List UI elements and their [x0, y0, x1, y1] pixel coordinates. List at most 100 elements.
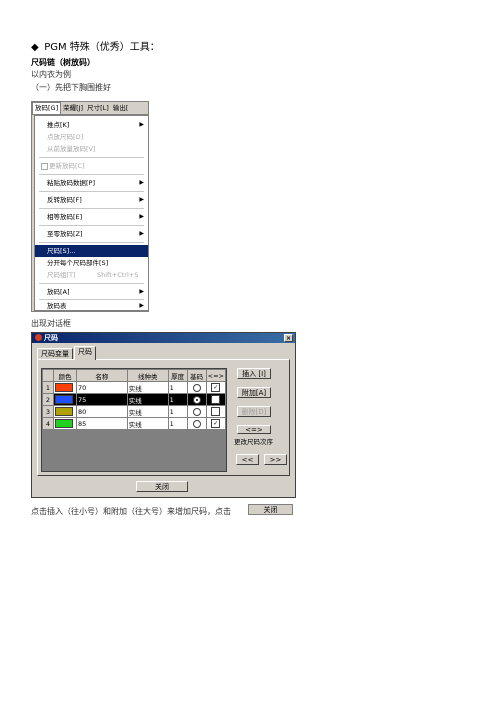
delete-button[interactable]: 删除[D]: [237, 406, 271, 417]
menu-item-label: 放码表: [47, 302, 67, 310]
menu-item-size-group[interactable]: 尺码组[T] Shift+Ctrl+S: [35, 269, 148, 281]
menu-item-grade-from-ease[interactable]: 从前放量放码[V]: [35, 143, 148, 155]
thickness[interactable]: 1: [167, 405, 188, 418]
color-swatch[interactable]: [54, 419, 73, 428]
menu-item-label: 推点[K]: [47, 121, 70, 129]
col-order: <=>: [205, 369, 227, 382]
menu-separator: [39, 242, 144, 243]
line-type[interactable]: 实线: [126, 381, 169, 394]
intro-line-2: （一）先把下胸围推好: [31, 83, 111, 92]
menu-separator: [39, 208, 144, 209]
order-checkbox[interactable]: ✓: [211, 395, 221, 404]
table-row[interactable]: 3 80 实线 1: [42, 405, 227, 418]
order-cell: ✓: [205, 417, 227, 430]
submenu-arrow-icon: ▶: [139, 288, 144, 295]
size-name[interactable]: 85: [75, 417, 128, 430]
color-swatch[interactable]: [54, 395, 73, 404]
line-type[interactable]: 实线: [126, 393, 169, 406]
change-order-label: 更改尺码次序: [234, 438, 273, 446]
dialog-titlebar: 尺码 ×: [32, 333, 295, 343]
col-color: 颜色: [52, 369, 77, 382]
section-heading: ◆ PGM 特殊（优秀）工具：: [31, 38, 160, 53]
menu-separator: [39, 174, 144, 175]
order-checkbox[interactable]: ✓: [211, 419, 221, 428]
menubar-item-grade[interactable]: 放码[G]: [32, 102, 62, 114]
table-row[interactable]: 2 75 实线 1 ✓: [42, 393, 227, 406]
close-icon[interactable]: ×: [284, 334, 293, 342]
table-row[interactable]: 1 70 实线 1 ✓: [42, 381, 227, 394]
color-cell[interactable]: [52, 393, 77, 406]
menu-item-equal-grade[interactable]: 相等放码[E] ▶: [35, 211, 148, 223]
menubar-item-3[interactable]: 尺寸[L]: [85, 102, 111, 114]
menu-item-update-grade[interactable]: 更新放码[C]: [35, 160, 148, 172]
order-arrow-button[interactable]: <=>: [237, 425, 271, 434]
submenu-arrow-icon: ▶: [139, 213, 144, 220]
bullet-icon: ◆: [31, 42, 39, 53]
thickness[interactable]: 1: [167, 417, 188, 430]
grid-header-row: 颜色 名称 线种类 厚度 基码 <=>: [42, 369, 227, 382]
base-size-radio[interactable]: [192, 395, 201, 404]
menu-item-label: 更新放码[C]: [49, 162, 85, 170]
menu-item-label: 粘贴放码数据[P]: [47, 179, 95, 187]
menu-item-push-point[interactable]: 推点[K] ▶: [35, 119, 148, 131]
col-base-size: 基码: [186, 369, 207, 382]
color-cell[interactable]: [52, 381, 77, 394]
base-size-radio[interactable]: [192, 419, 201, 428]
move-up-button[interactable]: <<: [236, 454, 259, 465]
tab-sizes[interactable]: 尺码: [74, 346, 96, 360]
col-line-type: 线种类: [126, 369, 169, 382]
size-dialog: 尺码 × 尺码变量 尺码 颜色 名称 线种类 厚度 基码 <=> 1 70 实线…: [31, 332, 296, 498]
menu-item-label: 至零放码[Z]: [47, 230, 83, 238]
menubar-item-2[interactable]: 荣耀[J]: [61, 102, 85, 114]
base-cell: [186, 405, 207, 418]
row-number: 4: [42, 417, 54, 430]
thickness[interactable]: 1: [167, 393, 188, 406]
table-row[interactable]: 4 85 实线 1 ✓: [42, 417, 227, 430]
base-size-radio[interactable]: [192, 383, 201, 392]
menu-item-reverse-grade[interactable]: 反转放码[F] ▶: [35, 194, 148, 206]
menu-separator: [39, 225, 144, 226]
size-name[interactable]: 75: [75, 393, 128, 406]
menu-separator: [39, 157, 144, 158]
insert-button[interactable]: 插入 [I]: [237, 368, 271, 379]
size-name[interactable]: 70: [75, 381, 128, 394]
subheading: 尺码链（树放码）: [31, 58, 95, 67]
menu-item-zero-grade[interactable]: 至零放码[Z] ▶: [35, 228, 148, 240]
dialog-title: 尺码: [44, 334, 58, 342]
base-cell: [186, 393, 207, 406]
update-icon: [41, 162, 48, 170]
color-cell[interactable]: [52, 417, 77, 430]
row-number: 2: [42, 393, 54, 406]
menu-item-label: 反转放码[F]: [47, 196, 82, 204]
line-type[interactable]: 实线: [126, 417, 169, 430]
menu-screenshot: 放码[G] 荣耀[J] 尺寸[L] 输出[ 推点[K] ▶ 点放尺码[O] 从前…: [31, 101, 149, 312]
submenu-arrow-icon: ▶: [139, 196, 144, 203]
append-button[interactable]: 附加[A]: [237, 387, 271, 398]
line-type[interactable]: 实线: [126, 405, 169, 418]
size-name[interactable]: 80: [75, 405, 128, 418]
order-checkbox[interactable]: ✓: [211, 383, 221, 392]
menubar-item-4[interactable]: 输出[: [111, 102, 131, 114]
color-cell[interactable]: [52, 405, 77, 418]
move-down-button[interactable]: >>: [264, 454, 287, 465]
menu-item-paste-grade-data[interactable]: 粘贴放码数据[P] ▶: [35, 177, 148, 189]
color-swatch[interactable]: [54, 383, 73, 392]
heading-text: PGM 特殊（优秀）工具：: [44, 42, 160, 53]
base-size-radio[interactable]: [192, 407, 201, 416]
base-cell: [186, 381, 207, 394]
menu-item-grade-table[interactable]: 放码表 ▶: [35, 300, 148, 312]
order-cell: ✓: [205, 381, 227, 394]
thickness[interactable]: 1: [167, 381, 188, 394]
menu-item-separate-size-parts[interactable]: 分开每个尺码部件[S]: [35, 257, 148, 269]
submenu-arrow-icon: ▶: [139, 302, 144, 309]
dialog-intro-text: 出现对话框: [31, 319, 71, 328]
color-swatch[interactable]: [54, 407, 73, 416]
col-name: 名称: [75, 369, 128, 382]
base-cell: [186, 417, 207, 430]
menu-item-sizes[interactable]: 尺码[S]...: [35, 245, 148, 257]
menu-item-point-size[interactable]: 点放尺码[O]: [35, 131, 148, 143]
menu-item-grade[interactable]: 放码[A] ▶: [35, 286, 148, 298]
close-button[interactable]: 关闭: [136, 481, 188, 492]
order-checkbox[interactable]: [211, 407, 221, 416]
size-grid: 颜色 名称 线种类 厚度 基码 <=> 1 70 实线 1 ✓ 2 75 实线: [41, 368, 227, 472]
